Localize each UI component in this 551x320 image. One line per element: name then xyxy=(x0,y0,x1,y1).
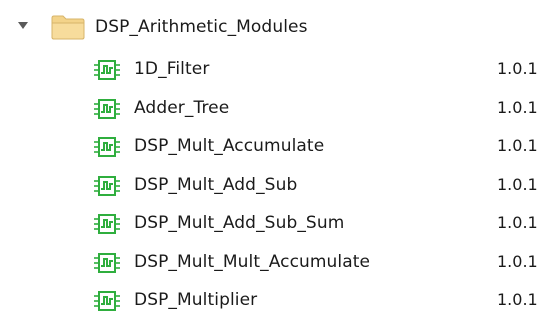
module-version: 1.0.1 xyxy=(497,59,538,78)
module-name: DSP_Multiplier xyxy=(134,290,258,310)
module-row[interactable]: DSP_Mult_Mult_Accumulate 1.0.1 xyxy=(0,243,551,281)
module-row[interactable]: DSP_Mult_Add_Sub 1.0.1 xyxy=(0,166,551,204)
module-version: 1.0.1 xyxy=(497,213,538,232)
module-version: 1.0.1 xyxy=(497,136,538,155)
module-name: DSP_Mult_Add_Sub_Sum xyxy=(134,213,345,233)
module-row[interactable]: 1D_Filter 1.0.1 xyxy=(0,50,551,88)
folder-label: DSP_Arithmetic_Modules xyxy=(95,17,308,37)
module-waveform-icon xyxy=(94,291,120,311)
module-name: Adder_Tree xyxy=(134,97,230,118)
folder-icon xyxy=(51,15,85,40)
module-waveform-icon xyxy=(94,252,120,273)
ip-catalog-tree: DSP_Arithmetic_Modules 1D_Filter 1.0.1 Add… xyxy=(0,0,551,320)
module-waveform-icon xyxy=(94,214,120,234)
module-row[interactable]: Adder_Tree 1.0.1 xyxy=(0,89,551,127)
module-name: DSP_Mult_Mult_Accumulate xyxy=(134,251,371,272)
module-waveform-icon xyxy=(94,137,120,157)
module-row[interactable]: DSP_Mult_Accumulate 1.0.1 xyxy=(0,127,551,165)
module-version: 1.0.1 xyxy=(497,174,538,194)
module-name: DSP_Mult_Accumulate xyxy=(134,136,325,156)
module-name: DSP_Mult_Add_Sub xyxy=(134,174,298,195)
module-waveform-icon xyxy=(94,60,120,80)
module-waveform-icon xyxy=(94,175,120,196)
module-row[interactable]: DSP_Multiplier 1.0.1 xyxy=(0,281,551,319)
module-waveform-icon xyxy=(94,98,120,119)
tree-folder-row[interactable]: DSP_Arithmetic_Modules xyxy=(0,7,551,45)
module-version: 1.0.1 xyxy=(497,290,538,309)
module-row[interactable]: DSP_Mult_Add_Sub_Sum 1.0.1 xyxy=(0,204,551,242)
expand-triangle-icon[interactable] xyxy=(18,22,28,29)
module-version: 1.0.1 xyxy=(497,251,538,271)
module-version: 1.0.1 xyxy=(497,97,538,117)
module-name: 1D_Filter xyxy=(134,59,210,79)
